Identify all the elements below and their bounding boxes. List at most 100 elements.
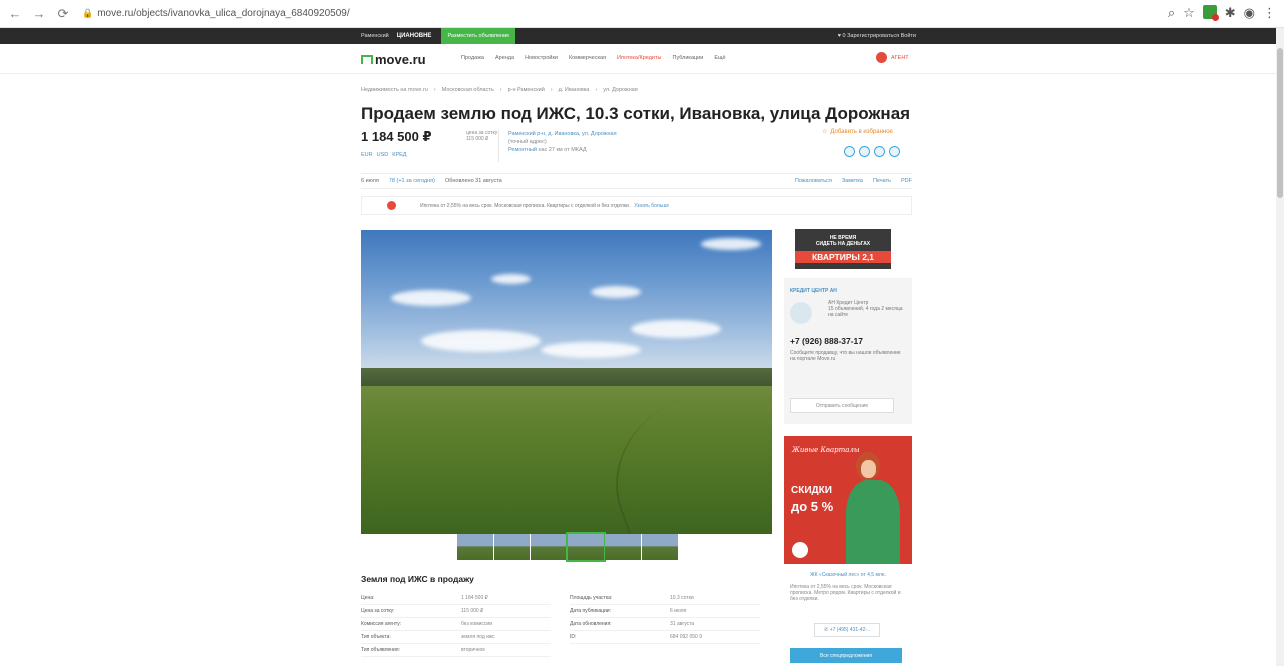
photo-cloud — [591, 286, 641, 298]
banner-link[interactable]: Узнать больше — [634, 203, 669, 209]
main-photo[interactable] — [361, 230, 772, 534]
twitter-icon[interactable] — [874, 146, 885, 157]
nav-sale[interactable]: Продажа — [461, 55, 484, 61]
price-per-unit: цена за сотку 115 000 ₽ — [466, 130, 497, 142]
vk-icon[interactable] — [889, 146, 900, 157]
table-row: Площадь участка: 10.3 сотки — [570, 592, 760, 605]
currency-eur[interactable]: EUR — [361, 152, 373, 158]
reload-icon[interactable]: ⟳ — [54, 5, 72, 23]
menu-icon[interactable]: ⋮ — [1263, 5, 1276, 21]
forward-icon[interactable]: → — [30, 5, 48, 23]
breadcrumb-item[interactable]: ул. Дорожная — [603, 87, 638, 93]
all-offers-button[interactable]: Все спецпредложения — [790, 648, 902, 663]
thumbnail[interactable] — [457, 534, 493, 560]
agent-name[interactable]: КРЕДИТ ЦЕНТР АН — [790, 288, 906, 294]
breadcrumb-item[interactable]: р-н Раменский — [508, 87, 545, 93]
odnoklassniki-icon[interactable] — [859, 146, 870, 157]
listing-address: Раменский р-н, д. Ивановка, ул. Дорожная… — [508, 130, 617, 154]
favorite-label: Добавить в избранное — [830, 128, 893, 135]
nav-newbuild[interactable]: Новостройки — [525, 55, 558, 61]
nav-publications[interactable]: Публикации — [672, 55, 703, 61]
mortgage-banner: Ипотека от 2,55% на весь срок. Московска… — [361, 196, 912, 215]
row-key: Тип объявления: — [361, 647, 400, 653]
thumbnail[interactable] — [531, 534, 567, 560]
site-logo[interactable]: move.ru — [361, 52, 426, 67]
address-bar[interactable]: 🔒 move.ru/objects/ivanovka_ulica_dorojna… — [82, 4, 1202, 24]
puzzle-icon[interactable]: ✱ — [1225, 5, 1236, 21]
topbar-brand[interactable]: ЦИАНОВНЕ — [397, 33, 432, 39]
add-to-favorites[interactable]: ☆ Добавить в избранное — [822, 128, 893, 136]
listing-meta: 6 июля 78 (+1 за сегодня) Обновлено 31 а… — [361, 173, 912, 189]
breadcrumb-item[interactable]: Московская область — [442, 87, 494, 93]
house-icon — [361, 55, 373, 64]
row-key: Тип объекта: — [361, 634, 391, 640]
table-row: Дата публикации: 6 июля — [570, 605, 760, 618]
star-icon[interactable]: ☆ — [1183, 5, 1195, 21]
thumbnail[interactable] — [605, 534, 641, 560]
row-key: Цена за сотку: — [361, 608, 395, 614]
currency-links: EUR USD КРЕД — [361, 152, 407, 158]
browser-toolbar: ← → ⟳ 🔒 move.ru/objects/ivanovka_ulica_d… — [0, 0, 1284, 28]
main-nav: Продажа Аренда Новостройки Коммерческая … — [461, 55, 726, 61]
breadcrumb-item[interactable]: Недвижимость на move.ru — [361, 87, 428, 93]
nav-mortgage[interactable]: Ипотека/Кредиты — [617, 55, 661, 61]
facebook-icon[interactable] — [844, 146, 855, 157]
zoom-icon[interactable]: ⌕ — [1168, 5, 1175, 21]
promo-link[interactable]: ЖК «Сказочный лес» от 4,5 млн. — [784, 572, 912, 578]
site-header: move.ru Продажа Аренда Новостройки Комме… — [0, 44, 1284, 74]
user-label: АГЕНТ — [891, 54, 909, 61]
back-icon[interactable]: ← — [6, 5, 24, 23]
scrollbar[interactable] — [1276, 28, 1284, 666]
views-count[interactable]: 78 (+1 за сегодня) — [389, 178, 435, 184]
row-key: Комиссия агенту: — [361, 621, 402, 627]
credit-link[interactable]: КРЕД — [392, 152, 406, 158]
thumbnail-selected[interactable] — [566, 532, 606, 562]
ad-banner-discount[interactable]: Живые Кварталы СКИДКИ до 5 % — [784, 436, 912, 564]
top-bar: Раменский ЦИАНОВНЕ Разместить объявление… — [0, 28, 1284, 44]
ad-banner-apartments[interactable]: НЕ ВРЕМЯ СИДЕТЬ НА ДЕНЬГАХ КВАРТИРЫ 2,1 — [795, 229, 891, 269]
listing-price: 1 184 500 ₽ — [361, 129, 432, 144]
breadcrumb-sep: › — [499, 87, 502, 93]
share-buttons — [844, 146, 900, 157]
agent-phone[interactable]: +7 (926) 888-37-17 — [790, 336, 906, 346]
scrollbar-thumb[interactable] — [1277, 48, 1283, 198]
complain-link[interactable]: Пожаловаться — [795, 178, 832, 184]
nav-rent[interactable]: Аренда — [495, 55, 514, 61]
print-link[interactable]: Печать — [873, 178, 891, 184]
send-message-button[interactable]: Отправить сообщение — [790, 398, 894, 413]
breadcrumb-sep: › — [433, 87, 436, 93]
nav-more[interactable]: Ещё — [714, 55, 725, 61]
details-heading: Земля под ИЖС в продажу — [361, 574, 474, 584]
post-ad-button[interactable]: Разместить объявление — [441, 28, 516, 44]
photo-thumbnails — [457, 532, 678, 562]
updated-date: Обновлено 31 августа — [444, 178, 502, 184]
user-menu[interactable]: АГЕНТ — [876, 52, 909, 63]
photo-cloud — [491, 274, 531, 284]
extension-icon[interactable] — [1202, 5, 1219, 21]
ad-figure-body — [846, 480, 900, 564]
page-title: Продаем землю под ИЖС, 10.3 сотки, Ивано… — [361, 104, 911, 123]
table-row: Цена за сотку: 115 000 ₽ — [361, 605, 551, 618]
published-date: 6 июля — [361, 178, 379, 184]
ad-logo — [792, 542, 808, 558]
nav-commercial[interactable]: Коммерческая — [569, 55, 606, 61]
breadcrumb-item[interactable]: д. Ивановка — [559, 87, 590, 93]
table-row: Дата обновления: 31 августа — [570, 618, 760, 631]
row-value: 31 августа — [670, 621, 695, 627]
logo-text: move.ru — [375, 52, 426, 67]
profile-icon[interactable]: ◉ — [1244, 5, 1255, 21]
region-link[interactable]: Раменский — [361, 33, 389, 39]
thumbnail[interactable] — [494, 534, 530, 560]
auth-links[interactable]: ♥ 0 Зарегистрироваться Войти — [838, 33, 916, 39]
address-link[interactable]: Раменский р-н, д. Ивановка, ул. Дорожная — [508, 130, 617, 138]
currency-usd[interactable]: USD — [377, 152, 389, 158]
row-value: 10.3 сотки — [670, 595, 694, 601]
phone-note: Сообщите продавцу, что вы нашли объявлен… — [790, 350, 901, 362]
note-link[interactable]: Заметка — [842, 178, 863, 184]
pdf-link[interactable]: PDF — [901, 178, 912, 184]
district-link[interactable]: Ремонтный — [508, 147, 537, 153]
star-icon: ☆ — [822, 129, 828, 135]
promo-phone-button[interactable]: ✆ +7 (495) 431-42-.. — [814, 623, 880, 637]
table-row: Тип объявления: вторичное — [361, 644, 551, 657]
thumbnail[interactable] — [642, 534, 678, 560]
